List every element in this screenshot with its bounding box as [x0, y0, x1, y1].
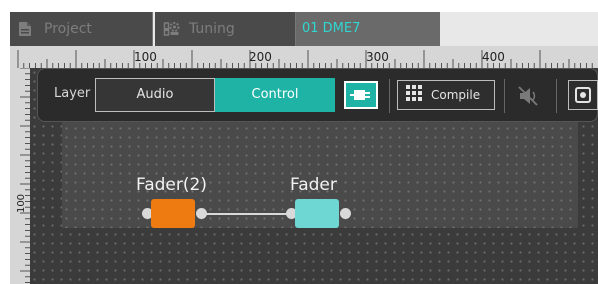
settings-button[interactable] — [568, 80, 598, 110]
vertical-ruler: 100 — [10, 68, 30, 284]
app-window: Project Tuning 01 DME7 100 200 300 400 1… — [10, 12, 598, 284]
ruler-label-300: 300 — [366, 50, 389, 64]
tab-project-label: Project — [44, 21, 92, 37]
ruler-label-100: 100 — [134, 50, 157, 64]
ruler-ticks — [17, 50, 593, 68]
plug-icon — [350, 90, 370, 100]
tab-tuning[interactable]: Tuning — [155, 12, 296, 46]
compile-label: Compile — [431, 88, 481, 102]
tab-project[interactable]: Project — [10, 12, 153, 46]
compile-button[interactable]: Compile — [397, 80, 495, 110]
ruler-ticks-vertical — [20, 68, 30, 284]
fader-2-component[interactable] — [151, 199, 195, 228]
tab-device[interactable]: 01 DME7 — [296, 12, 440, 46]
component-label-fader2: Fader(2) — [136, 175, 207, 195]
layer-label: Layer — [54, 86, 91, 101]
toolbar-divider — [556, 79, 557, 113]
ruler-label-v-100: 100 — [16, 193, 28, 214]
mute-button[interactable] — [512, 81, 544, 111]
ruler-label-200: 200 — [249, 50, 272, 64]
ruler-label-400: 400 — [482, 50, 505, 64]
toolbar-divider — [389, 79, 390, 113]
grid-icon — [406, 85, 422, 101]
output-port[interactable] — [340, 208, 351, 219]
tab-bar: Project Tuning 01 DME7 — [10, 12, 598, 46]
document-icon — [19, 22, 31, 36]
audio-layer-button[interactable]: Audio — [95, 78, 215, 112]
control-layer-button[interactable]: Control — [215, 78, 335, 112]
tab-tuning-label: Tuning — [189, 21, 235, 37]
connection-wire[interactable] — [206, 213, 288, 215]
fader-component[interactable] — [295, 199, 339, 228]
component-label-fader: Fader — [290, 175, 337, 195]
tuning-icon — [163, 22, 180, 36]
toolbar-divider — [504, 79, 505, 113]
layer-toolbar: Layer Audio Control Compile — [37, 68, 598, 122]
connect-button[interactable] — [344, 81, 378, 109]
mute-icon — [518, 86, 538, 106]
settings-icon — [575, 87, 591, 103]
horizontal-ruler: 100 200 300 400 — [10, 46, 598, 68]
tab-device-label: 01 DME7 — [302, 21, 361, 36]
